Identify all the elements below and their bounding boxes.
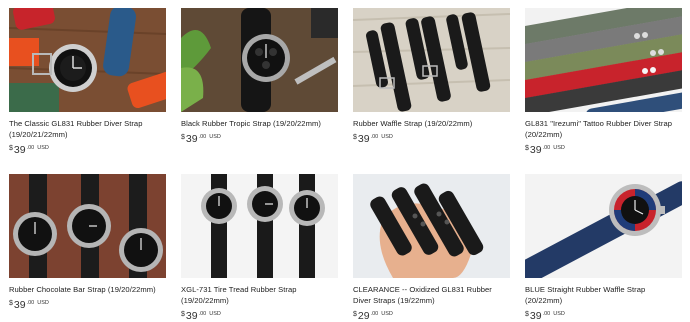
product-image[interactable] [525,174,682,278]
product-image[interactable] [181,174,338,278]
currency-code: USD [209,311,221,317]
product-price: $39.00 USD [525,310,682,322]
currency-code: USD [381,311,393,317]
product-price: $39.00 USD [353,133,510,145]
price-cents: .00 [198,134,207,140]
product-image[interactable] [9,8,166,112]
price-cents: .00 [198,311,207,317]
product-title[interactable]: Rubber Waffle Strap (19/20/22mm) [353,118,510,129]
currency-code: USD [209,134,221,140]
product-card[interactable]: CLEARANCE -- Oxidized GL831 Rubber Diver… [353,174,510,322]
price-cents: .00 [542,311,551,317]
price-amount: 39 [185,310,198,322]
product-title[interactable]: Rubber Chocolate Bar Strap (19/20/22mm) [9,284,166,295]
currency-symbol: $ [9,300,13,307]
product-card[interactable]: Rubber Chocolate Bar Strap (19/20/22mm) … [9,174,166,311]
price-amount: 29 [357,310,370,322]
currency-symbol: $ [9,145,13,152]
product-price: $39.00 USD [9,299,166,311]
currency-symbol: $ [181,311,185,318]
price-cents: .00 [26,300,35,306]
product-price: $39.00 USD [9,144,166,156]
price-amount: 39 [13,144,26,156]
product-price: $39.00 USD [525,144,682,156]
price-amount: 39 [529,144,542,156]
price-cents: .00 [370,134,379,140]
product-title[interactable]: CLEARANCE -- Oxidized GL831 Rubber Diver… [353,284,510,306]
currency-symbol: $ [525,145,529,152]
product-title[interactable]: Black Rubber Tropic Strap (19/20/22mm) [181,118,338,129]
product-card[interactable]: BLUE Straight Rubber Waffle Strap (20/22… [525,174,682,322]
product-price: $39.00 USD [181,133,338,145]
currency-symbol: $ [525,311,529,318]
product-card[interactable]: The Classic GL831 Rubber Diver Strap (19… [9,8,166,156]
product-image[interactable] [525,8,682,112]
currency-symbol: $ [353,134,357,141]
product-price: $29.00 USD [353,310,510,322]
price-cents: .00 [26,145,35,151]
currency-code: USD [37,145,49,151]
currency-code: USD [553,145,565,151]
currency-code: USD [37,300,49,306]
product-grid: The Classic GL831 Rubber Diver Strap (19… [0,0,690,322]
product-title[interactable]: GL831 "Irezumi" Tattoo Rubber Diver Stra… [525,118,682,140]
product-title[interactable]: BLUE Straight Rubber Waffle Strap (20/22… [525,284,682,306]
product-card[interactable]: XGL-731 Tire Tread Rubber Strap (19/20/2… [181,174,338,322]
product-card[interactable]: Black Rubber Tropic Strap (19/20/22mm) $… [181,8,338,145]
price-cents: .00 [370,311,379,317]
currency-symbol: $ [353,311,357,318]
product-image[interactable] [181,8,338,112]
currency-code: USD [381,134,393,140]
price-amount: 39 [357,133,370,145]
currency-symbol: $ [181,134,185,141]
product-image[interactable] [353,8,510,112]
product-image[interactable] [353,174,510,278]
price-amount: 39 [185,133,198,145]
product-price: $39.00 USD [181,310,338,322]
product-image[interactable] [9,174,166,278]
product-title[interactable]: The Classic GL831 Rubber Diver Strap (19… [9,118,166,140]
price-amount: 39 [13,299,26,311]
product-card[interactable]: Rubber Waffle Strap (19/20/22mm) $39.00 U… [353,8,510,145]
price-amount: 39 [529,310,542,322]
currency-code: USD [553,311,565,317]
product-card[interactable]: GL831 "Irezumi" Tattoo Rubber Diver Stra… [525,8,682,156]
product-title[interactable]: XGL-731 Tire Tread Rubber Strap (19/20/2… [181,284,338,306]
price-cents: .00 [542,145,551,151]
